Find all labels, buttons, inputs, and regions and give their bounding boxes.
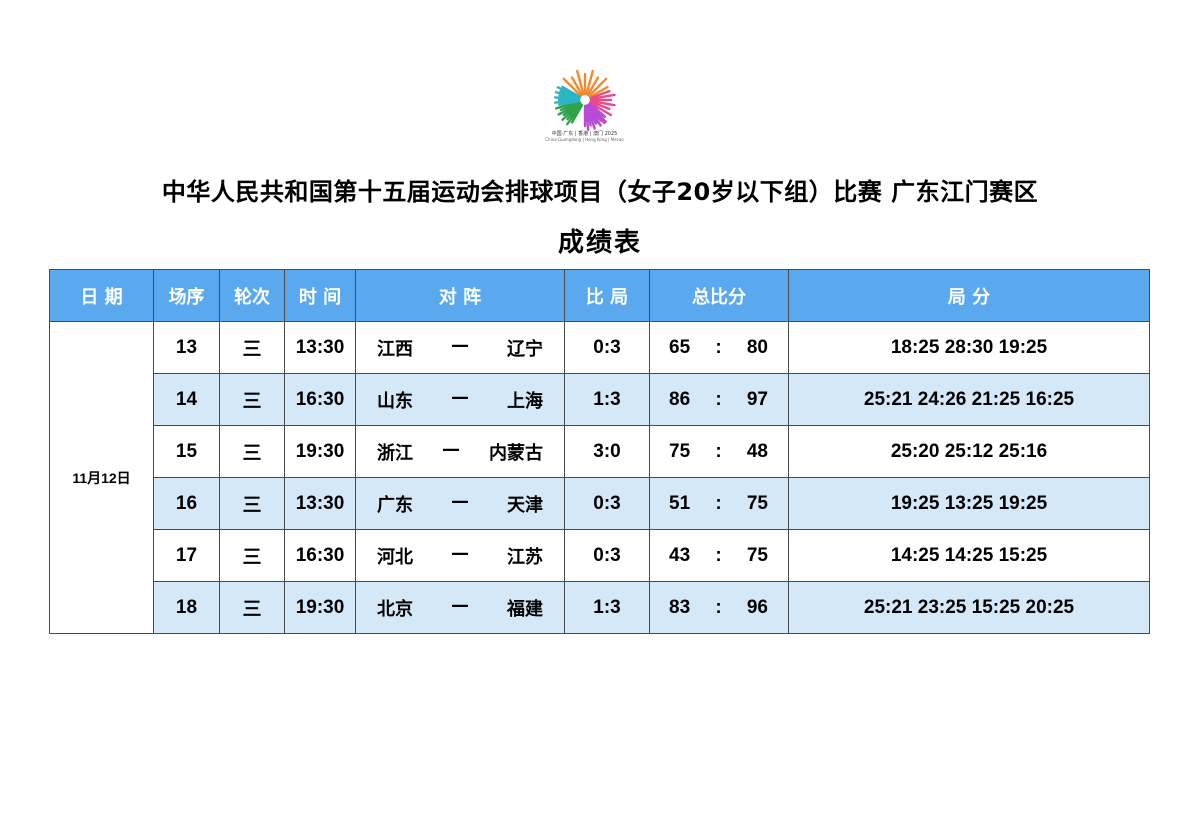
points-away: 48 [746, 440, 768, 462]
total-cell: 86: 97 [649, 373, 789, 426]
seq-cell: 13 [153, 321, 220, 374]
total-cell: 83: 96 [649, 581, 789, 634]
table-row: 16 三 13:30 广东 — 天津 0:3 51: 75 19:25 13:25 1… [50, 477, 1150, 530]
sets-cell: 0:3 [564, 529, 650, 582]
versus-dash: — [451, 334, 469, 356]
table-row: 11月12日 13 三 13:30 江西 — 辽宁 0:3 65: 80 18:25 … [49, 321, 1150, 634]
match-cell: 北京 — 福建 [355, 581, 565, 634]
page-subtitle: 成绩表 [557, 228, 642, 258]
total-cell: 75: 48 [649, 425, 789, 478]
table-row: 15 三 19:30 浙江 — 内蒙古 3:0 75: 48 25:20 25:12 … [50, 425, 1150, 478]
set-scores-cell: 18:25 28:30 19:25 [788, 321, 1150, 374]
round-cell: 三 [219, 581, 285, 634]
away-team: 内蒙古 [489, 442, 543, 464]
points-colon: : [715, 596, 722, 618]
header-sets: 比 局 [564, 269, 650, 322]
versus-dash: — [451, 542, 469, 564]
table-row: 14 三 16:30 山东 — 上海 1:3 86: 97 25:21 24:26 2… [50, 373, 1150, 426]
header-match: 对 阵 [355, 269, 565, 322]
time-cell: 19:30 [284, 425, 356, 478]
set-scores-cell: 25:20 25:12 25:16 [788, 425, 1150, 478]
away-team: 天津 [507, 494, 543, 516]
total-cell: 65: 80 [649, 321, 789, 374]
match-cell: 江西 — 辽宁 [355, 321, 565, 374]
match-cell: 浙江 — 内蒙古 [355, 425, 565, 478]
points-colon: : [715, 492, 722, 514]
table-row: 17 三 16:30 河北 — 江苏 0:3 43: 75 14:25 14:25 1… [50, 529, 1150, 582]
match-cell: 广东 — 天津 [355, 477, 565, 530]
away-team: 福建 [507, 598, 543, 620]
set-scores-cell: 14:25 14:25 15:25 [788, 529, 1150, 582]
header-round: 轮次 [219, 269, 285, 322]
round-cell: 三 [219, 529, 285, 582]
versus-dash: — [442, 438, 460, 460]
results-table: 日 期 场序 轮次 时 间 对 阵 比 局 总比分 局 分 11月12日 13 … [49, 269, 1150, 634]
home-team: 北京 [377, 598, 413, 620]
home-team: 山东 [377, 390, 413, 412]
away-team: 上海 [507, 390, 543, 412]
home-team: 江西 [377, 338, 413, 360]
round-cell: 三 [219, 425, 285, 478]
points-colon: : [715, 544, 722, 566]
versus-dash: — [451, 490, 469, 512]
logo-caption-line2: China·Guangdong | Hong Kong | Macao [545, 137, 624, 142]
points-colon: : [715, 336, 722, 358]
points-colon: : [715, 440, 722, 462]
sets-cell: 3:0 [564, 425, 650, 478]
header-date: 日 期 [49, 269, 154, 322]
points-home: 43 [669, 544, 691, 566]
time-cell: 13:30 [284, 477, 356, 530]
time-cell: 16:30 [284, 373, 356, 426]
sets-cell: 0:3 [564, 477, 650, 530]
total-cell: 51: 75 [649, 477, 789, 530]
points-home: 75 [669, 440, 691, 462]
points-away: 97 [746, 388, 768, 410]
home-team: 广东 [377, 494, 413, 516]
sets-cell: 0:3 [564, 321, 650, 374]
round-cell: 三 [219, 373, 285, 426]
match-cell: 河北 — 江苏 [355, 529, 565, 582]
logo-caption: 中国·广东 | 香港 | 澳门 2025 China·Guangdong | H… [542, 131, 627, 143]
points-home: 51 [669, 492, 691, 514]
header-row: 日 期 场序 轮次 时 间 对 阵 比 局 总比分 局 分 [49, 269, 1150, 322]
table-row: 18 三 19:30 北京 — 福建 1:3 83: 96 25:21 23:25 1… [50, 581, 1150, 634]
home-team: 浙江 [377, 442, 413, 464]
header-total: 总比分 [649, 269, 789, 322]
time-cell: 13:30 [284, 321, 356, 374]
sets-cell: 1:3 [564, 373, 650, 426]
points-colon: : [715, 388, 722, 410]
time-cell: 16:30 [284, 529, 356, 582]
points-away: 75 [746, 544, 768, 566]
match-cell: 山东 — 上海 [355, 373, 565, 426]
total-cell: 43: 75 [649, 529, 789, 582]
points-away: 75 [746, 492, 768, 514]
versus-dash: — [451, 594, 469, 616]
points-away: 80 [746, 336, 768, 358]
seq-cell: 18 [153, 581, 220, 634]
seq-cell: 14 [153, 373, 220, 426]
round-cell: 三 [219, 321, 285, 374]
seq-cell: 16 [153, 477, 220, 530]
page-title: 中华人民共和国第十五届运动会排球项目（女子20岁以下组）比赛 广东江门赛区 [161, 178, 1039, 206]
header-scores: 局 分 [788, 269, 1150, 322]
header-time: 时 间 [284, 269, 356, 322]
points-home: 86 [669, 388, 691, 410]
home-team: 河北 [377, 546, 413, 568]
away-team: 江苏 [507, 546, 543, 568]
sets-cell: 1:3 [564, 581, 650, 634]
away-team: 辽宁 [507, 338, 543, 360]
seq-cell: 17 [153, 529, 220, 582]
set-scores-cell: 25:21 24:26 21:25 16:25 [788, 373, 1150, 426]
points-home: 83 [669, 596, 691, 618]
round-cell: 三 [219, 477, 285, 530]
set-scores-cell: 19:25 13:25 19:25 [788, 477, 1150, 530]
versus-dash: — [451, 386, 469, 408]
time-cell: 19:30 [284, 581, 356, 634]
points-home: 65 [669, 336, 691, 358]
header-seq: 场序 [153, 269, 220, 322]
seq-cell: 15 [153, 425, 220, 478]
set-scores-cell: 25:21 23:25 15:25 20:25 [788, 581, 1150, 634]
points-away: 96 [746, 596, 768, 618]
date-cell: 11月12日 [49, 321, 154, 634]
